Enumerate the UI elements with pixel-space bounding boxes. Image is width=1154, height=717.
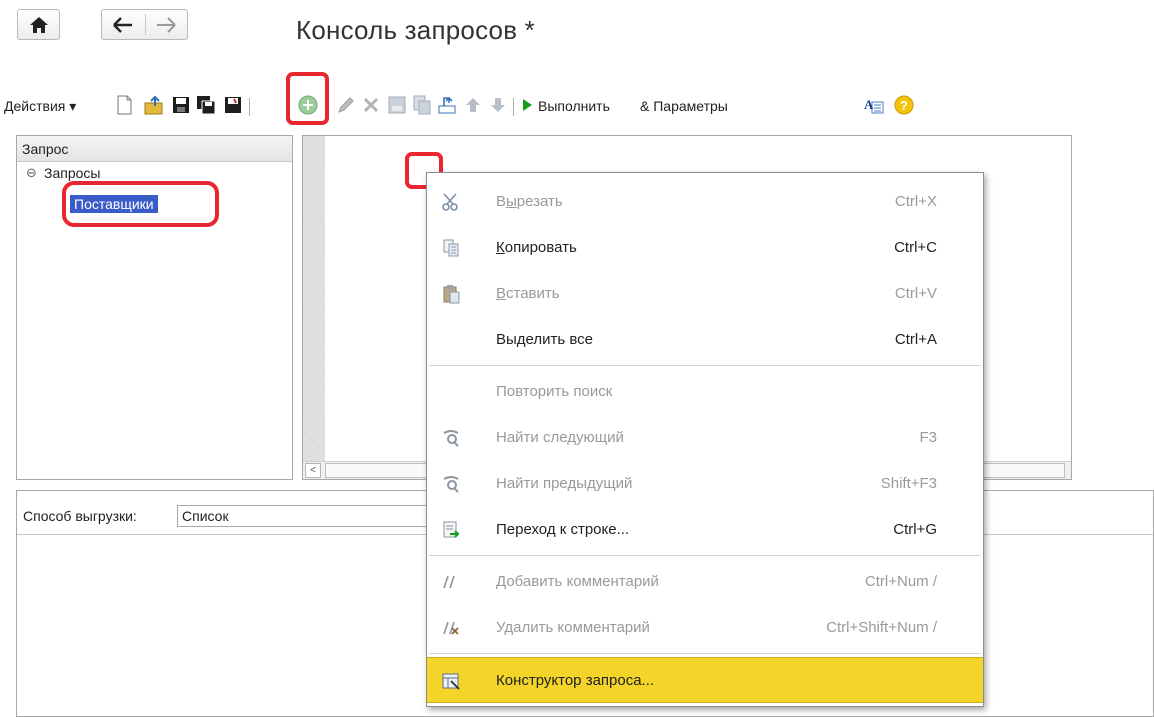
menu-label: Найти следующий (496, 429, 624, 446)
svg-text:A: A (864, 97, 874, 112)
menu-label: Вырезать (496, 193, 563, 210)
back-arrow-icon[interactable] (112, 17, 134, 33)
add-comment-icon (443, 575, 455, 589)
menu-item-copy[interactable]: Копировать Ctrl+C (427, 225, 983, 271)
menu-label-accel: ы (506, 193, 517, 210)
nav-buttons (101, 9, 188, 40)
menu-separator (429, 653, 981, 654)
collapse-toggle-icon[interactable]: ⊖ (26, 165, 37, 181)
help-icon[interactable]: ? (893, 94, 915, 116)
menu-label: Копировать (496, 239, 577, 256)
menu-item-repeat-search[interactable]: Повторить поиск (427, 369, 983, 415)
menu-separator (429, 555, 981, 556)
copy-icon (443, 239, 459, 257)
copy-query-icon[interactable] (411, 94, 433, 116)
move-down-icon[interactable] (487, 94, 509, 116)
run-button[interactable]: Выполнить (538, 98, 610, 114)
editor-gutter (303, 136, 325, 479)
params-prefix: & (640, 98, 654, 114)
context-menu: Вырезать Ctrl+X Копировать Ctrl+C Встави… (426, 172, 984, 707)
menu-label: Найти предыдущий (496, 475, 633, 492)
scissors-icon (442, 193, 458, 211)
text-format-icon[interactable]: A (863, 94, 885, 116)
edit-icon[interactable] (335, 94, 357, 116)
menu-item-goto-line[interactable]: Переход к строке... Ctrl+G (427, 507, 983, 553)
menu-label: Удалить комментарий (496, 619, 650, 636)
menu-item-find-next[interactable]: Найти следующий F3 (427, 415, 983, 461)
tree-root-item[interactable]: Запросы (44, 165, 100, 181)
scroll-left-icon[interactable]: < (305, 463, 321, 478)
menu-item-cut[interactable]: Вырезать Ctrl+X (427, 179, 983, 225)
menu-shortcut: Ctrl+V (894, 285, 937, 302)
menu-item-query-builder[interactable]: Конструктор запроса... (427, 657, 983, 703)
menu-label-accel: К (496, 239, 505, 256)
tree-header: Запрос (17, 136, 292, 162)
home-icon (30, 17, 48, 33)
menu-item-add-comment[interactable]: Добавить комментарий Ctrl+Num / (427, 559, 983, 605)
save-icon[interactable] (170, 94, 192, 116)
menu-label: Повторить поиск (496, 383, 613, 400)
toolbar: Действия ▾ Выполнить & Параметры A ? (0, 90, 1154, 122)
home-button[interactable] (17, 9, 60, 40)
menu-item-paste[interactable]: Вставить Ctrl+V (427, 271, 983, 317)
menu-shortcut: Ctrl+A (894, 331, 937, 348)
menu-shortcut: Ctrl+Shift+Num / (826, 619, 937, 636)
menu-shortcut: Ctrl+C (894, 239, 937, 256)
forward-arrow-icon[interactable] (155, 17, 177, 33)
menu-label: Выделить все (496, 331, 594, 348)
menu-label: Добавить комментарий (496, 573, 659, 590)
annotation-highlight-add (286, 72, 329, 125)
actions-menu-button[interactable]: Действия ▾ (4, 98, 76, 115)
params-label: Параметры (653, 98, 728, 114)
query-builder-icon (442, 673, 460, 690)
save-copy-icon[interactable] (222, 94, 244, 116)
remove-comment-icon (443, 621, 459, 635)
menu-label-post: опировать (504, 239, 577, 256)
menu-separator (429, 365, 981, 366)
menu-label: Переход к строке... (496, 521, 630, 538)
find-prev-icon (443, 476, 459, 493)
menu-shortcut: Shift+F3 (880, 475, 937, 492)
page-title: Консоль запросов * (296, 15, 535, 45)
menu-item-remove-comment[interactable]: Удалить комментарий Ctrl+Shift+Num / (427, 605, 983, 651)
run-icon[interactable] (519, 97, 535, 113)
move-up-icon[interactable] (462, 94, 484, 116)
menu-label: Вставить (496, 285, 560, 302)
save-query-icon[interactable] (386, 94, 408, 116)
menu-label-pre: В (496, 193, 507, 210)
menu-shortcut: F3 (919, 429, 937, 446)
find-next-icon (443, 430, 459, 447)
annotation-highlight-item (62, 181, 219, 227)
toolbar-separator (249, 98, 250, 116)
menu-label-post: резать (516, 193, 563, 210)
paste-icon (443, 285, 460, 304)
params-button[interactable]: & Параметры (640, 98, 728, 114)
toolbar-separator (513, 98, 514, 116)
svg-text:?: ? (900, 98, 908, 113)
open-file-icon[interactable] (143, 94, 165, 116)
delete-icon[interactable] (360, 94, 382, 116)
menu-item-find-prev[interactable]: Найти предыдущий Shift+F3 (427, 461, 983, 507)
menu-shortcut: Ctrl+G (893, 521, 937, 538)
menu-label-post: ставить (506, 285, 560, 302)
export-method-select[interactable]: Список (177, 505, 427, 527)
save-as-icon[interactable] (195, 94, 217, 116)
menu-shortcut: Ctrl+Num / (864, 573, 937, 590)
menu-label: Конструктор запроса... (496, 672, 655, 689)
menu-item-select-all[interactable]: Выделить все Ctrl+A (427, 317, 983, 363)
new-file-icon[interactable] (113, 94, 135, 116)
menu-shortcut: Ctrl+X (894, 193, 937, 210)
query-params-icon[interactable] (436, 94, 458, 116)
menu-label-accel: В (496, 285, 507, 302)
export-label: Способ выгрузки: (23, 508, 137, 524)
goto-line-icon (443, 521, 460, 538)
